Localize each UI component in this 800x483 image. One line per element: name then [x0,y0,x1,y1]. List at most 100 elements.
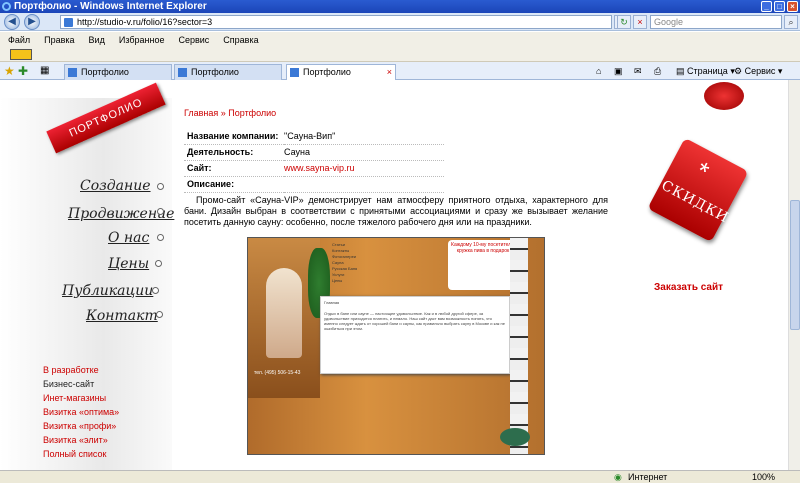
side-link-business-site[interactable]: Бизнес-сайт [43,379,94,389]
search-input[interactable]: Google [650,15,782,29]
window-controls: _ □ × [761,1,798,12]
maximize-button[interactable]: □ [774,1,785,12]
url-text: http://studio-v.ru/folio/16?sector=3 [77,17,213,27]
shot-phone: тел. (495) 506-15-43 [254,370,301,376]
nav-contact[interactable]: Контакт [86,308,158,324]
info-value [284,176,444,193]
table-row: Сайт: www.sayna-vip.ru [184,160,444,177]
tab-portfolio-2[interactable]: Портфолио [174,64,282,80]
window-title-bar: Портфолио - Windows Internet Explorer _ … [0,0,800,13]
tab-bar: ★ ✚ ▦ Портфолио Портфолио Портфолио × ⌂ ▣… [0,62,800,80]
info-label: Деятельность: [184,144,284,161]
breadcrumb: Главная » Портфолио [184,108,276,118]
menu-file[interactable]: Файл [8,32,30,48]
project-description: Промо-сайт «Сауна-VIP» демонстрирует нам… [184,195,608,227]
discounts-tag[interactable]: * СКИДКИ [647,137,749,243]
side-link-eshops[interactable]: Инет-магазины [43,393,106,403]
tab-page-icon [68,68,77,77]
side-link-in-development[interactable]: В разработке [43,365,99,375]
quick-tabs-icon[interactable]: ▦ [40,65,49,76]
menu-favorites[interactable]: Избранное [119,32,165,48]
links-bar [0,48,800,62]
nav-creation[interactable]: Создание [80,178,151,194]
side-link-card-optima[interactable]: Визитка «оптима» [43,407,119,417]
site-link[interactable]: www.sayna-vip.ru [284,160,444,177]
add-favorites-icon[interactable]: ✚ [18,64,28,78]
minimize-button[interactable]: _ [761,1,772,12]
menu-tools[interactable]: Сервис [178,32,209,48]
tab-label: Портфолио [81,67,129,77]
stone-decoration [500,428,530,446]
side-link-full-list[interactable]: Полный список [43,449,106,459]
gift-bow-icon [704,82,744,110]
mail-icon[interactable]: ✉ [634,65,642,78]
favorites-star-icon[interactable]: ★ [4,64,15,78]
nav-bullet-icon [156,311,163,318]
breadcrumb-current: Портфолио [228,108,277,118]
nav-bullet-icon [152,287,159,294]
side-link-card-profi[interactable]: Визитка «профи» [43,421,116,431]
menu-edit[interactable]: Правка [44,32,74,48]
menu-help[interactable]: Справка [223,32,258,48]
address-input[interactable]: http://studio-v.ru/folio/16?sector=3 [60,15,612,29]
table-row: Описание: [184,176,444,193]
vertical-scrollbar[interactable] [788,80,800,470]
tab-portfolio-1[interactable]: Портфолио [64,64,172,80]
home-icon[interactable]: ⌂ [596,65,601,78]
menu-view[interactable]: Вид [89,32,105,48]
asterisk-icon: * [691,155,715,187]
refresh-button[interactable]: ↻ [617,15,631,29]
zoom-level[interactable]: 100% [752,471,775,483]
tab-label: Портфолио [191,67,239,77]
print-icon[interactable]: ⎙ [654,65,661,78]
portfolio-screenshot[interactable]: Статьи Контакты Фотогалереи Сауна Русска… [247,237,545,455]
address-toolbar: ◀ ▶ http://studio-v.ru/folio/16?sector=3… [0,13,800,31]
close-button[interactable]: × [787,1,798,12]
nav-about[interactable]: О нас [108,230,149,246]
tab-label: Портфолио [303,67,351,77]
table-row: Название компании: "Сауна-Вип" [184,128,444,145]
side-link-card-elit[interactable]: Визитка «элит» [43,435,108,445]
scrollbar-thumb[interactable] [790,200,800,330]
page-menu-button[interactable]: ▤ Страница ▾ [676,65,735,78]
tab-page-icon [290,68,299,77]
order-site-link[interactable]: Заказать сайт [654,282,723,293]
tab-close-icon[interactable]: × [387,65,392,79]
ribbon-label: ПОРТФОЛИО [46,82,166,154]
nav-publications[interactable]: Публикации [62,283,153,299]
forward-button[interactable]: ▶ [24,14,40,30]
page-icon [64,18,73,27]
info-value: Сауна [284,144,444,161]
portfolio-ribbon: ПОРТФОЛИО [36,82,166,154]
tab-portfolio-3[interactable]: Портфолио × [286,64,396,80]
shot-content-panel: Главная Отдых в бане или сауне — настоящ… [320,296,510,374]
breadcrumb-home-link[interactable]: Главная [184,108,218,118]
right-panel: * СКИДКИ Заказать сайт [620,80,788,470]
info-value: "Сауна-Вип" [284,128,444,145]
nav-bullet-icon [157,208,164,215]
back-button[interactable]: ◀ [4,14,20,30]
page-menu-label: Страница [687,66,728,76]
toolbar-addon-icon[interactable] [10,49,32,60]
shot-promo: Каждому 10-му посетителю кружка пива в п… [448,240,518,290]
zone-label: Интернет [628,472,668,482]
info-label: Описание: [184,176,284,193]
company-info-table: Название компании: "Сауна-Вип" Деятельнос… [184,128,444,193]
nav-prices[interactable]: Цены [108,256,149,272]
status-bar: ◉ Интернет 100% [0,470,800,483]
tools-menu-button[interactable]: ⚙ Сервис ▾ [734,65,782,78]
menu-bar: Файл Правка Вид Избранное Сервис Справка [0,32,800,48]
info-label: Название компании: [184,128,284,145]
table-row: Деятельность: Сауна [184,144,444,161]
window-title: Портфолио - Windows Internet Explorer [14,1,207,12]
stop-button[interactable]: × [633,15,647,29]
sauna-photo [266,268,302,358]
feeds-icon[interactable]: ▣ [614,65,623,78]
internet-zone-icon: ◉ [614,472,622,482]
web-page: ПОРТФОЛИО Создание Продвижение О нас Цен… [0,80,788,470]
shot-menu-item: Цены [332,278,343,283]
tools-menu-label: Сервис [744,66,776,76]
ie-logo-icon [2,2,11,11]
info-label: Сайт: [184,160,284,177]
search-icon[interactable]: ⌕ [784,15,798,29]
